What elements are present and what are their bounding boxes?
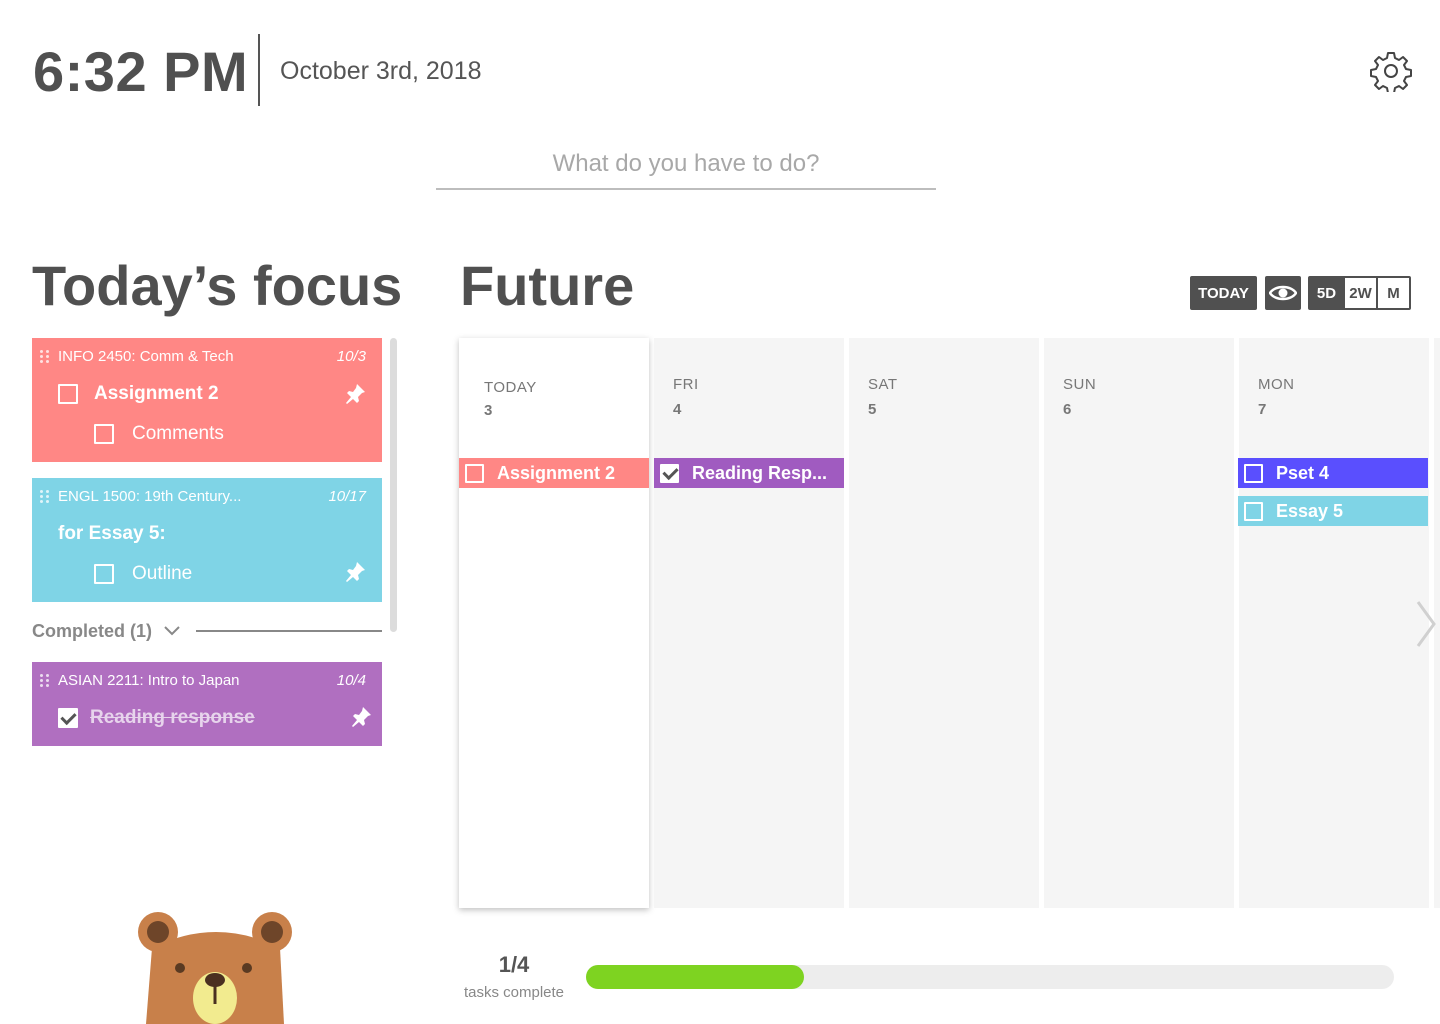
completed-toggle[interactable]: Completed (1) [32,618,382,644]
day-number: 4 [673,401,682,418]
settings-button[interactable] [1370,50,1412,94]
day-number: 3 [484,402,493,419]
day-column[interactable]: SUN 6 [1044,338,1234,908]
current-time: 6:32 PM [33,40,249,103]
view-5d-button[interactable]: 5D [1310,278,1343,308]
day-name: TODAY [484,379,537,396]
progress-label: tasks complete [463,984,565,1001]
task-checkbox[interactable] [58,384,78,404]
event-label: Reading Resp... [692,462,828,483]
gear-icon [1370,52,1412,94]
today-button[interactable]: TODAY [1190,276,1257,310]
day-number: 5 [868,401,877,418]
day-column[interactable]: MON 7 [1239,338,1429,908]
drag-handle-icon[interactable] [40,490,50,504]
pin-icon[interactable] [344,561,366,583]
day-name: MON [1258,376,1295,393]
event-label: Pset 4 [1276,462,1330,483]
toggle-visibility-button[interactable] [1265,276,1301,310]
card-course: ENGL 1500: 19th Century... [58,488,242,505]
current-date: October 3rd, 2018 [280,57,482,85]
completed-label: Completed (1) [32,620,153,641]
pin-icon[interactable] [344,383,366,405]
focus-card[interactable]: ENGL 1500: 19th Century... 10/17 for Essa… [32,478,382,602]
bear-mascot [138,912,292,1024]
focus-card[interactable]: INFO 2450: Comm & Tech 10/3 Assignment 2 … [32,338,382,462]
focus-title: Today’s focus [32,254,403,317]
day-number: 6 [1063,401,1072,418]
event-label: Essay 5 [1276,500,1344,521]
pin-icon[interactable] [350,706,372,728]
completed-task-label: Reading response [90,707,255,728]
chevron-right-icon[interactable] [1412,598,1438,650]
task-checkbox-checked[interactable] [58,708,78,728]
progress-bar [586,965,1394,989]
card-course: ASIAN 2211: Intro to Japan [58,672,240,689]
view-month-button[interactable]: M [1376,278,1409,308]
event-label: Assignment 2 [497,462,616,483]
eye-icon [1269,285,1297,301]
event-checkbox[interactable] [1244,501,1263,521]
card-due-date: 10/3 [336,348,366,365]
subtask-checkbox[interactable] [94,424,114,444]
subtask-label: Outline [132,563,193,584]
day-name: SAT [868,376,898,393]
day-name: SUN [1063,376,1097,393]
completed-card[interactable]: ASIAN 2211: Intro to Japan 10/4 Reading r… [32,662,382,746]
day-number: 7 [1258,401,1267,418]
subtask-checkbox[interactable] [94,564,114,584]
task-label: Assignment 2 [94,383,219,404]
event-checkbox[interactable] [1244,463,1263,483]
progress-bar-fill [586,965,805,989]
future-title: Future [460,254,635,317]
progress-count: 1/4 [498,952,530,977]
view-2w-button[interactable]: 2W [1343,278,1376,308]
task-label: for Essay 5: [58,523,166,544]
event-checkbox-checked[interactable] [660,463,679,483]
event-checkbox[interactable] [465,463,484,483]
focus-scrollbar[interactable] [390,338,397,632]
drag-handle-icon[interactable] [40,674,50,688]
calendar-event[interactable]: Essay 5 [1238,496,1428,526]
subtask-label: Comments [132,423,224,444]
task-input[interactable] [436,140,936,190]
header-divider [258,34,260,106]
chevron-down-icon [164,626,180,636]
day-column-today[interactable]: TODAY 3 [459,338,649,908]
view-switcher: 5D 2W M [1308,276,1411,310]
card-due-date: 10/4 [336,672,366,689]
calendar-event[interactable]: Reading Resp... [654,458,844,488]
day-name: FRI [673,376,699,393]
completed-divider [196,630,382,632]
card-course: INFO 2450: Comm & Tech [58,348,234,365]
card-due-date: 10/17 [328,488,366,505]
calendar-event[interactable]: Assignment 2 [459,458,649,488]
day-column[interactable]: SAT 5 [849,338,1039,908]
day-column[interactable]: FRI 4 [654,338,844,908]
calendar-event[interactable]: Pset 4 [1238,458,1428,488]
drag-handle-icon[interactable] [40,350,50,364]
